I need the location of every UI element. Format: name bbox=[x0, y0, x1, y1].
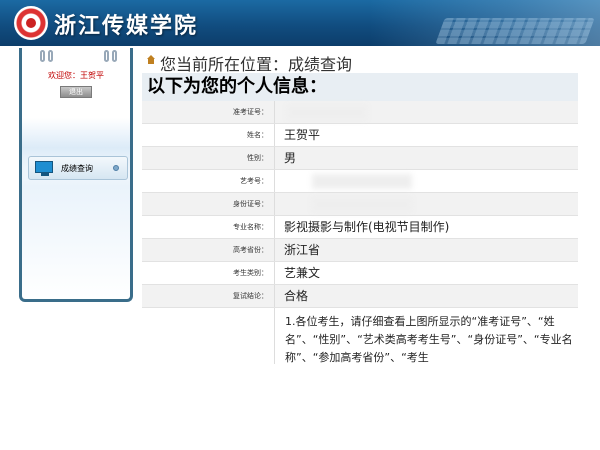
welcome-text: 欢迎您：王贺平 bbox=[48, 71, 104, 80]
row-value: 男 bbox=[284, 151, 297, 165]
row-label: 高考省份： bbox=[142, 239, 275, 261]
row-label: 姓名： bbox=[142, 124, 275, 146]
site-name: 浙江传媒学院 bbox=[54, 13, 199, 39]
row-label: 复试结论： bbox=[142, 285, 275, 307]
row-label: 准考证号： bbox=[142, 101, 275, 123]
info-title: 以下为您的个人信息： bbox=[142, 73, 578, 101]
bullet-icon bbox=[113, 165, 119, 171]
table-row: 身份证号： bbox=[142, 193, 578, 216]
row-label: 考生类别： bbox=[142, 262, 275, 284]
table-row: 姓名： 王贺平 bbox=[142, 124, 578, 147]
table-row: 高考省份： 浙江省 bbox=[142, 239, 578, 262]
row-value: 王贺平 bbox=[284, 128, 321, 142]
sidebar: 欢迎您：王贺平 退出 成绩查询 bbox=[19, 48, 133, 302]
breadcrumb: 您当前所在位置：成绩查询 bbox=[160, 55, 353, 74]
table-row: 专业名称： 影视摄影与制作(电视节目制作) bbox=[142, 216, 578, 239]
row-value: 艺兼文 bbox=[284, 266, 321, 280]
binder-rings-icon bbox=[34, 50, 120, 64]
sidebar-item-label: 成绩查询 bbox=[61, 164, 93, 173]
monitor-icon bbox=[35, 161, 55, 176]
table-row: 考生类别： 艺兼文 bbox=[142, 262, 578, 285]
redacted-value bbox=[287, 105, 367, 120]
logout-button[interactable]: 退出 bbox=[60, 86, 92, 98]
row-value: 浙江省 bbox=[284, 243, 321, 257]
row-value: 合格 bbox=[284, 289, 309, 303]
table-row: 复试结论： 合格 bbox=[142, 285, 578, 308]
home-icon bbox=[146, 55, 156, 64]
row-label: 性别： bbox=[142, 147, 275, 169]
redacted-value bbox=[312, 197, 412, 212]
info-table: 准考证号： 姓名： 王贺平 性别： 男 艺考号： 身份证号： 专业名称： 影视摄… bbox=[142, 101, 578, 364]
row-value: 影视摄影与制作(电视节目制作) bbox=[284, 220, 450, 234]
notice-text: 1.各位考生，请仔细查看上图所显示的“准考证号”、“姓名”、“性别”、“艺术类高… bbox=[285, 315, 573, 364]
note-row: 1.各位考生，请仔细查看上图所显示的“准考证号”、“姓名”、“性别”、“艺术类高… bbox=[142, 308, 578, 364]
row-label: 艺考号： bbox=[142, 170, 275, 192]
site-header: 浙江传媒学院 bbox=[0, 0, 600, 46]
table-row: 性别： 男 bbox=[142, 147, 578, 170]
row-label: 专业名称： bbox=[142, 216, 275, 238]
table-row: 艺考号： bbox=[142, 170, 578, 193]
school-logo-icon bbox=[14, 6, 48, 40]
table-row: 准考证号： bbox=[142, 101, 578, 124]
sidebar-item-score-query[interactable]: 成绩查询 bbox=[28, 156, 128, 180]
redacted-value bbox=[312, 174, 412, 189]
keyboard-decoration bbox=[435, 18, 595, 44]
row-label: 身份证号： bbox=[142, 193, 275, 215]
note-label bbox=[142, 308, 275, 364]
